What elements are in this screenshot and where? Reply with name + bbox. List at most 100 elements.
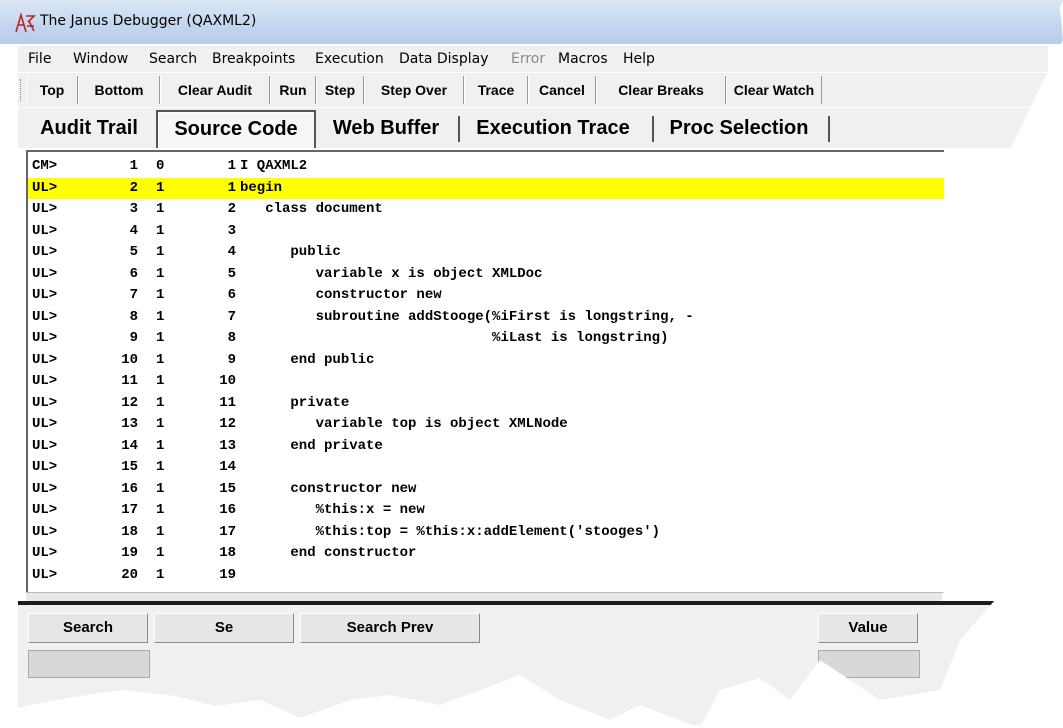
source-line[interactable]: UL> 7 1 6 constructor new bbox=[28, 285, 944, 306]
step-button[interactable]: Step bbox=[316, 76, 364, 104]
source-line[interactable]: UL> 11 1 10 bbox=[28, 371, 944, 392]
tab-execution-trace[interactable]: Execution Trace bbox=[458, 112, 648, 144]
source-line[interactable]: UL> 9 1 8 %iLast is longstring) bbox=[28, 328, 944, 349]
line-level: 1 bbox=[156, 330, 165, 346]
line-prefix: UL> bbox=[32, 416, 58, 432]
line-number: 8 bbox=[129, 308, 138, 325]
statement-number: 4 bbox=[227, 244, 236, 260]
menu-execution[interactable]: Execution bbox=[315, 51, 384, 67]
menu-search[interactable]: Search bbox=[149, 51, 197, 67]
line-number: 18 bbox=[121, 523, 138, 540]
line-number: 13 bbox=[121, 416, 138, 432]
tab-source-code[interactable]: Source Code bbox=[156, 110, 316, 148]
line-prefix: UL> bbox=[32, 545, 58, 561]
window-title: The Janus Debugger (QAXML2) bbox=[40, 13, 257, 29]
statement-number: 1 bbox=[227, 179, 236, 196]
run-button[interactable]: Run bbox=[270, 76, 316, 104]
statement-number: 14 bbox=[219, 459, 236, 475]
source-line[interactable]: UL> 14 1 13 end private bbox=[28, 436, 944, 457]
source-line[interactable]: UL> 10 1 9 end public bbox=[28, 350, 944, 371]
menu-help[interactable]: Help bbox=[623, 51, 655, 67]
top-button[interactable]: Top bbox=[26, 76, 78, 104]
source-text: class document bbox=[240, 201, 383, 217]
statement-number: 9 bbox=[227, 351, 236, 368]
line-number: 11 bbox=[121, 373, 138, 389]
source-line[interactable]: UL> 6 1 5 variable x is object XMLDoc bbox=[28, 264, 944, 285]
tab-audit-trail[interactable]: Audit Trail bbox=[26, 112, 152, 144]
menu-window[interactable]: Window bbox=[73, 51, 128, 67]
line-prefix: UL> bbox=[32, 502, 58, 518]
title-bar: The Janus Debugger (QAXML2) bbox=[0, 0, 1063, 44]
clear-watch-button[interactable]: Clear Watch bbox=[726, 76, 822, 104]
menu-breakpoints[interactable]: Breakpoints bbox=[212, 51, 295, 67]
source-text: end constructor bbox=[240, 545, 417, 561]
menu-data-display[interactable]: Data Display bbox=[399, 51, 488, 67]
source-line[interactable]: UL> 15 1 14 bbox=[28, 457, 944, 478]
toolbar-grip[interactable] bbox=[20, 79, 24, 101]
source-line[interactable]: UL> 8 1 7 subroutine addStooge(%iFirst is l… bbox=[28, 307, 944, 328]
statement-number: 15 bbox=[219, 480, 236, 497]
statement-number: 16 bbox=[219, 502, 236, 518]
source-line[interactable]: UL> 18 1 17 %this:top = %this:x:addElement(… bbox=[28, 522, 944, 543]
horizontal-scrollbar[interactable] bbox=[26, 592, 942, 601]
line-level: 1 bbox=[156, 351, 165, 368]
source-line[interactable]: CM> 1 0 1 I QAXML2 bbox=[28, 156, 944, 177]
source-text: variable x is object XMLDoc bbox=[240, 265, 543, 282]
line-prefix: UL> bbox=[32, 437, 58, 454]
source-line[interactable]: UL> 4 1 3 bbox=[28, 221, 944, 242]
search-button[interactable]: Search bbox=[28, 613, 148, 643]
source-line[interactable]: UL> 13 1 12 variable top is object XMLNode bbox=[28, 414, 944, 435]
line-number: 7 bbox=[129, 287, 138, 303]
source-line[interactable]: UL> 20 1 19 bbox=[28, 565, 944, 586]
line-prefix: UL> bbox=[32, 373, 58, 389]
statement-number: 17 bbox=[219, 523, 236, 540]
line-number: 1 bbox=[129, 158, 138, 174]
value-button[interactable]: Value bbox=[818, 613, 918, 643]
se-button[interactable]: Se bbox=[154, 613, 294, 643]
source-line[interactable]: UL> 12 1 11 private bbox=[28, 393, 944, 414]
source-text: end public bbox=[240, 351, 375, 368]
value-field[interactable] bbox=[818, 650, 920, 678]
line-level: 1 bbox=[156, 287, 165, 303]
tab-web-buffer[interactable]: Web Buffer bbox=[318, 112, 454, 144]
line-number: 3 bbox=[129, 201, 138, 217]
line-number: 19 bbox=[121, 545, 138, 561]
line-level: 1 bbox=[156, 523, 165, 540]
menu-macros[interactable]: Macros bbox=[558, 51, 608, 67]
search-prev-button[interactable]: Search Prev bbox=[300, 613, 480, 643]
line-number: 6 bbox=[129, 265, 138, 282]
source-text: %iLast is longstring) bbox=[240, 330, 669, 346]
line-level: 1 bbox=[156, 201, 165, 217]
line-prefix: UL> bbox=[32, 179, 58, 196]
line-number: 9 bbox=[129, 330, 138, 346]
line-prefix: UL> bbox=[32, 222, 58, 239]
line-level: 1 bbox=[156, 244, 165, 260]
source-line[interactable]: UL> 16 1 15 constructor new bbox=[28, 479, 944, 500]
menu-file[interactable]: File bbox=[28, 51, 51, 67]
line-prefix: UL> bbox=[32, 287, 58, 303]
line-number: 14 bbox=[121, 437, 138, 454]
source-line[interactable]: UL> 5 1 4 public bbox=[28, 242, 944, 263]
clear-audit-button[interactable]: Clear Audit bbox=[160, 76, 270, 104]
source-line[interactable]: UL> 17 1 16 %this:x = new bbox=[28, 500, 944, 521]
cancel-button[interactable]: Cancel bbox=[528, 76, 596, 104]
statement-number: 3 bbox=[227, 222, 236, 239]
menu-error: Error bbox=[511, 51, 546, 67]
highlighted-source-line[interactable]: UL> 2 1 1 begin bbox=[28, 177, 944, 199]
clear-breaks-button[interactable]: Clear Breaks bbox=[596, 76, 726, 104]
line-number: 4 bbox=[129, 222, 138, 239]
source-text: constructor new bbox=[240, 287, 442, 303]
line-level: 1 bbox=[156, 394, 165, 411]
step-over-button[interactable]: Step Over bbox=[364, 76, 464, 104]
bottom-button[interactable]: Bottom bbox=[78, 76, 160, 104]
source-line[interactable]: UL> 19 1 18 end constructor bbox=[28, 543, 944, 564]
statement-number: 8 bbox=[227, 330, 236, 346]
line-level: 1 bbox=[156, 459, 165, 475]
tab-proc-selection[interactable]: Proc Selection bbox=[654, 112, 824, 144]
trace-button[interactable]: Trace bbox=[464, 76, 528, 104]
source-code-listing[interactable]: CM> 1 0 1 I QAXML2 UL> 2 1 1 begin UL> 3 1 2 class do… bbox=[26, 150, 944, 593]
search-field[interactable] bbox=[28, 650, 150, 678]
line-prefix: UL> bbox=[32, 566, 58, 583]
line-level: 1 bbox=[156, 308, 165, 325]
source-line[interactable]: UL> 3 1 2 class document bbox=[28, 199, 944, 220]
